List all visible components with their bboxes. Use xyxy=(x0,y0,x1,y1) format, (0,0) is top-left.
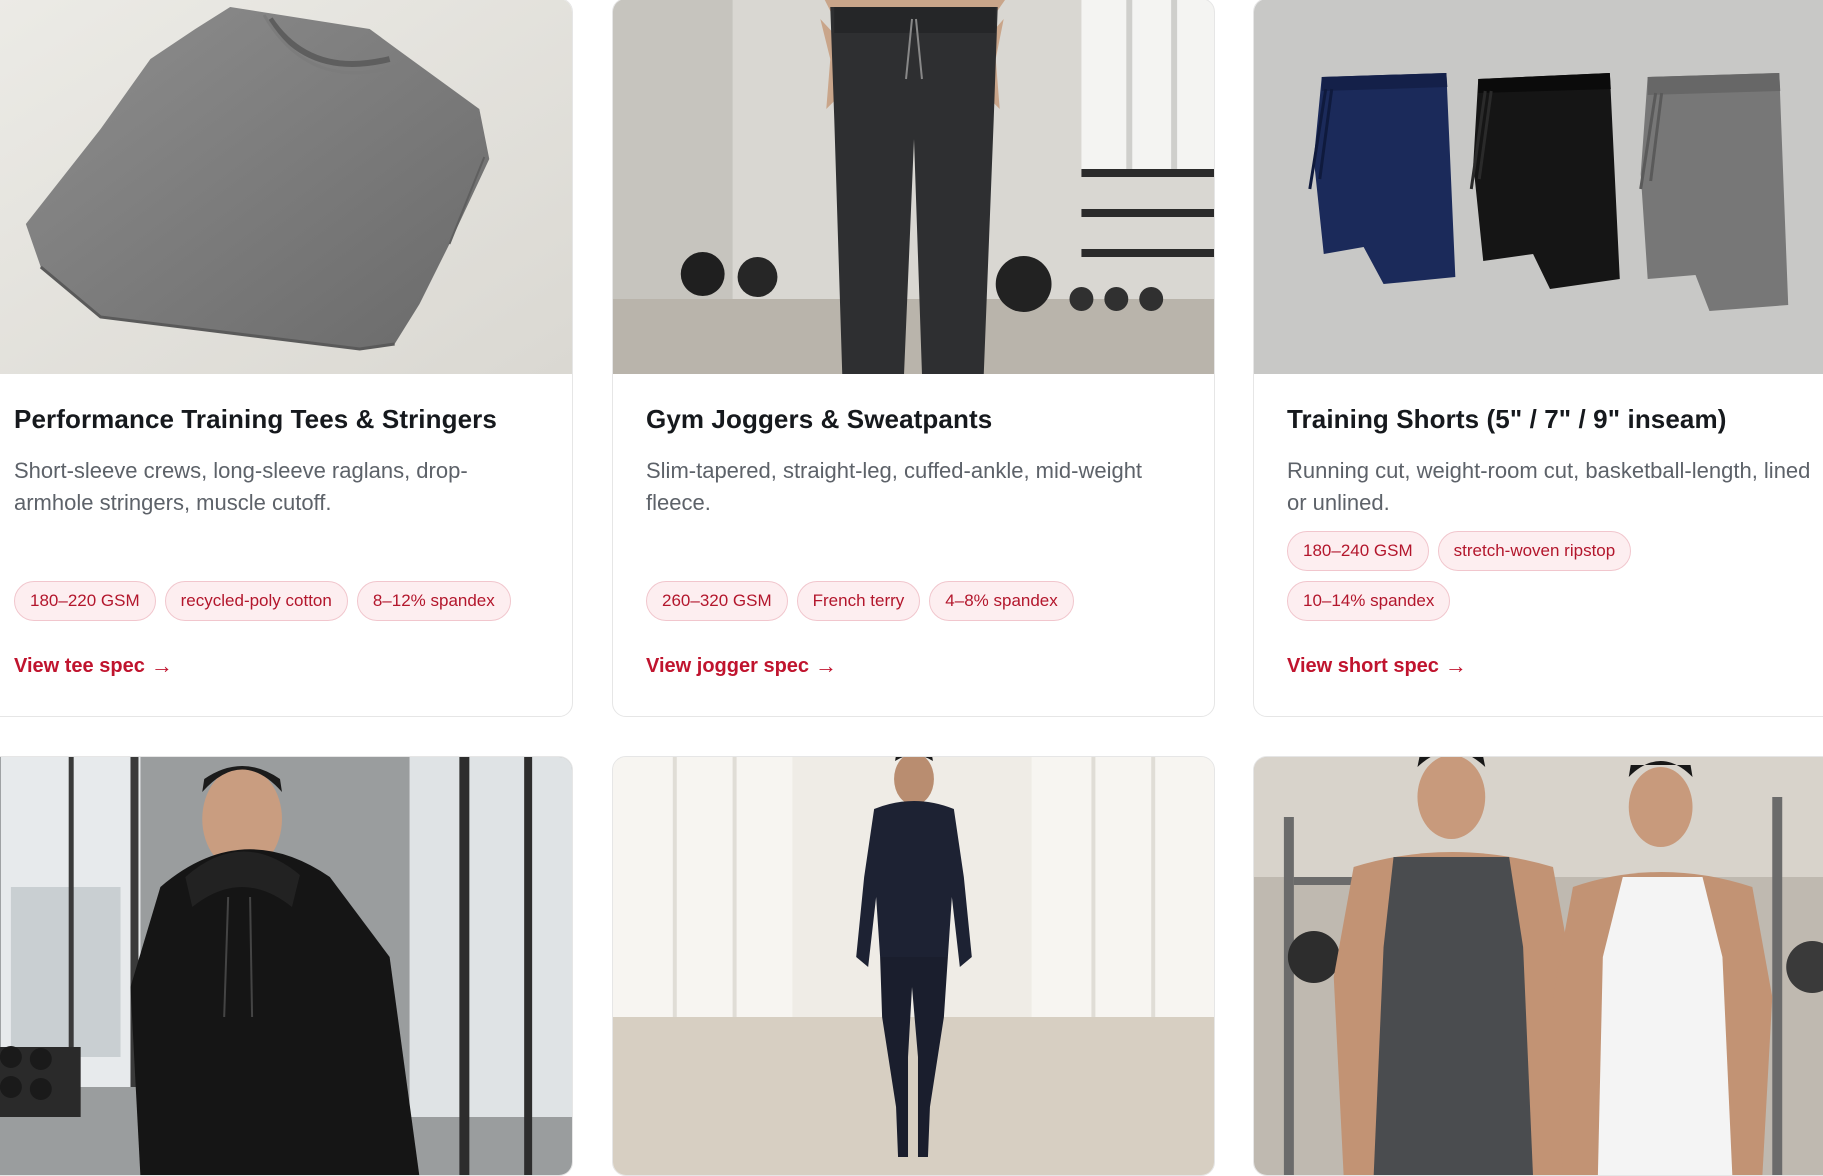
product-card-compression[interactable] xyxy=(612,756,1215,1176)
product-card-joggers[interactable]: Gym Joggers & Sweatpants Slim-tapered, s… xyxy=(612,0,1215,717)
card-description: Running cut, weight-room cut, basketball… xyxy=(1287,458,1811,515)
product-card-tanks[interactable] xyxy=(1253,756,1823,1176)
cta-label: View short spec xyxy=(1287,654,1439,677)
joggers-gym-photo xyxy=(613,0,1214,374)
spec-tags: 180–220 GSM recycled-poly cotton 8–12% s… xyxy=(14,581,542,621)
card-title: Gym Joggers & Sweatpants xyxy=(646,404,993,434)
spec-tag: stretch-woven ripstop xyxy=(1437,531,1632,571)
spec-tag: French terry xyxy=(796,581,921,621)
product-card-shorts[interactable]: Training Shorts (5" / 7" / 9" inseam) Ru… xyxy=(1253,0,1823,717)
spec-tags: 180–240 GSM stretch-woven ripstop 10–14%… xyxy=(1287,531,1712,621)
card-description: Short-sleeve crews, long-sleeve raglans,… xyxy=(14,458,468,515)
spec-tag: 8–12% spandex xyxy=(356,581,511,621)
arrow-right-icon: → xyxy=(150,653,173,678)
spec-tag: 260–320 GSM xyxy=(646,581,788,621)
spec-tags: 260–320 GSM French terry 4–8% spandex xyxy=(646,581,1184,621)
spec-tag: recycled-poly cotton xyxy=(164,581,348,621)
folded-gray-tee-photo xyxy=(0,0,572,374)
black-hoodie-model-photo xyxy=(0,757,572,1175)
spec-tag: 180–240 GSM xyxy=(1287,531,1429,571)
three-shorts-photo xyxy=(1254,0,1823,374)
spec-tag: 180–220 GSM xyxy=(14,581,156,621)
product-card-hoodies[interactable] xyxy=(0,756,573,1176)
card-title: Performance Training Tees & Stringers xyxy=(14,404,497,434)
arrow-right-icon: → xyxy=(1444,653,1467,678)
arrow-right-icon: → xyxy=(815,653,838,678)
compression-set-model-photo xyxy=(613,757,1214,1175)
cta-label: View tee spec xyxy=(14,654,145,677)
view-short-spec-link[interactable]: View short spec → xyxy=(1287,653,1467,679)
spec-tag: 10–14% spandex xyxy=(1287,581,1451,621)
view-tee-spec-link[interactable]: View tee spec → xyxy=(14,653,173,679)
cta-label: View jogger spec xyxy=(646,654,810,677)
card-title: Training Shorts (5" / 7" / 9" inseam) xyxy=(1287,404,1727,434)
tank-tops-models-photo xyxy=(1254,757,1823,1175)
product-card-tees[interactable]: Performance Training Tees & Stringers Sh… xyxy=(0,0,573,717)
spec-tag: 4–8% spandex xyxy=(929,581,1074,621)
view-jogger-spec-link[interactable]: View jogger spec → xyxy=(646,653,837,679)
card-description: Slim-tapered, straight-leg, cuffed-ankle… xyxy=(646,458,1143,515)
